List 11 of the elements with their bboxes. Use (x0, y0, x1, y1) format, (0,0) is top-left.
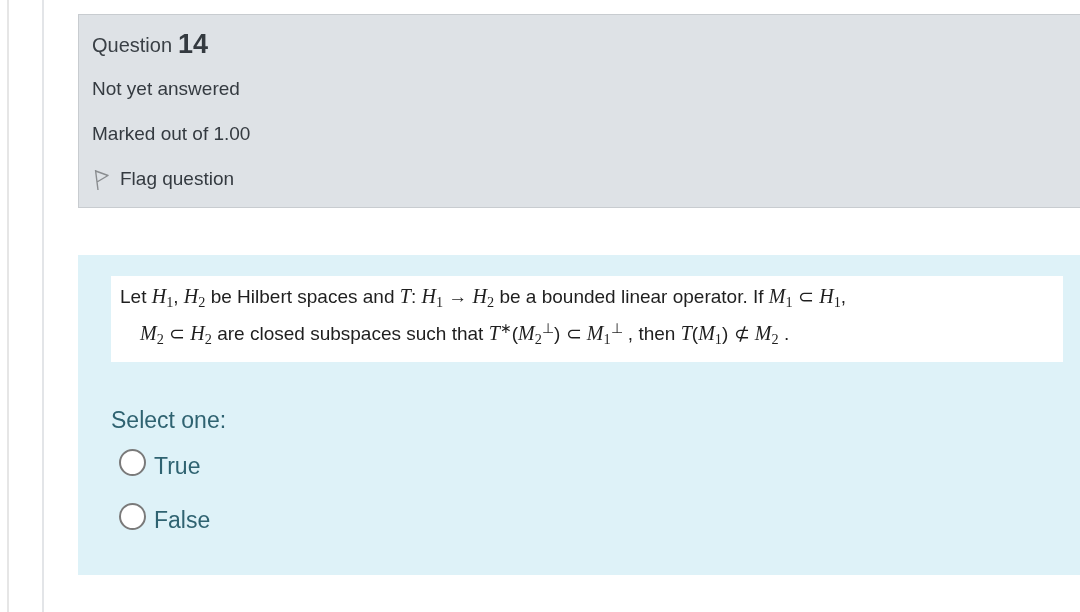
option-label[interactable]: True (154, 448, 201, 484)
select-one-label: Select one: (111, 405, 227, 435)
flag-question-link[interactable]: Flag question (92, 165, 235, 194)
radio-button[interactable] (119, 448, 146, 476)
question-text: Let H$_{1}$, H$_{2}$ be Hilbert spaces and T: H$_{1}$ → H$_{2}$ be a bounded linear operator. If M$_{1}$ ⊂ H$_{1}$, M$_{2}$ ⊂ H$_{2}$ are closed subspaces such that T$^{∗}$(M$_{2}$$^{⊥}$) ⊂ M$_{1}$$^{⊥}$ , then T(M$_{1}$) ⊄ M$_{2}$ . (119, 284, 848, 349)
question-number: 14 (178, 28, 209, 62)
question-state: Not yet answered (92, 77, 240, 102)
option-label[interactable]: False (154, 502, 211, 538)
question-grade: Marked out of 1.00 (92, 122, 251, 147)
radio-button[interactable] (119, 502, 146, 530)
question-label: Question (92, 32, 173, 58)
